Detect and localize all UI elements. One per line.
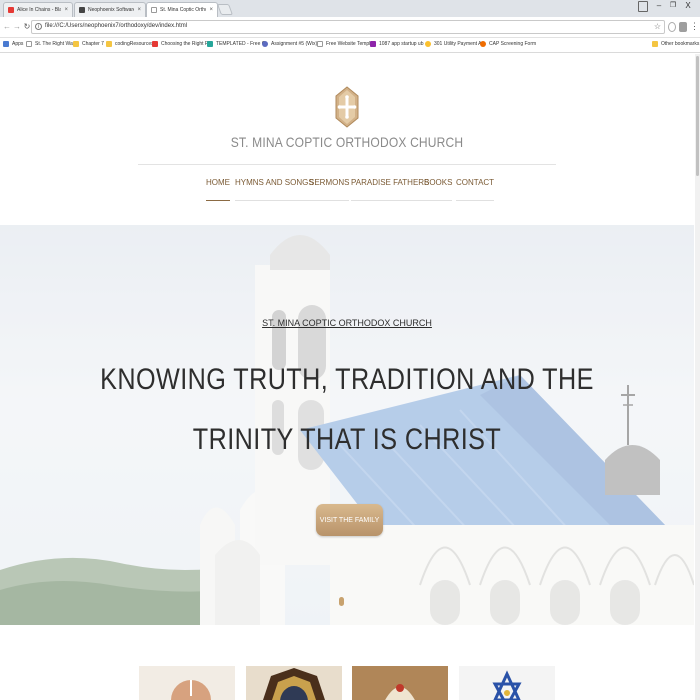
pdf-icon bbox=[152, 41, 158, 47]
tab-label: St. Mina Coptic Orthoc bbox=[160, 7, 207, 13]
tab-close-icon[interactable]: × bbox=[209, 7, 213, 13]
bookmark-label: Other bookmarks bbox=[661, 41, 700, 47]
bookmark-label: codingResources bbox=[115, 41, 154, 47]
new-tab-button[interactable] bbox=[216, 4, 234, 15]
star-icon bbox=[425, 41, 431, 47]
header-divider bbox=[138, 164, 556, 165]
gallery-card[interactable] bbox=[246, 666, 342, 700]
bookmark-item[interactable]: 1087 app startup ub bbox=[370, 41, 423, 47]
tab-close-icon[interactable]: × bbox=[64, 7, 68, 13]
bookmark-item[interactable]: codingResources bbox=[106, 41, 154, 47]
scrollbar-thumb[interactable] bbox=[696, 56, 699, 176]
tab-label: Alice In Chains - Blac bbox=[17, 7, 62, 13]
gallery-card[interactable] bbox=[459, 666, 555, 700]
youtube-favicon-icon bbox=[8, 7, 14, 13]
bookmark-item[interactable]: CAP Screening Form bbox=[480, 41, 536, 47]
nav-books[interactable]: BOOKS bbox=[424, 178, 453, 201]
bookmark-item[interactable]: Choosing the Right P bbox=[152, 41, 208, 47]
forward-arrow-icon[interactable]: → bbox=[12, 22, 22, 31]
gallery-image bbox=[171, 680, 211, 700]
bookmark-label: Choosing the Right P bbox=[161, 41, 209, 47]
bookmark-label: 1087 app startup ub bbox=[379, 41, 424, 47]
folder-icon bbox=[106, 41, 112, 47]
tab-alice-in-chains[interactable]: Alice In Chains - Blac × bbox=[3, 2, 73, 17]
nav-home[interactable]: HOME bbox=[206, 178, 230, 201]
tab-label: Neophoenix Software bbox=[88, 7, 135, 13]
slider-dot[interactable] bbox=[339, 597, 344, 606]
url-text[interactable]: file:///C:/Users/neophoenix7/orthodoxy/d… bbox=[45, 23, 187, 29]
templated-icon bbox=[207, 41, 213, 47]
gallery-image bbox=[492, 670, 522, 700]
app-favicon-icon bbox=[79, 7, 85, 13]
gallery-image bbox=[263, 668, 325, 700]
browser-toolbar: ← → ↻ i file:///C:/Users/neophoenix7/ort… bbox=[0, 17, 700, 38]
profile-icon[interactable] bbox=[638, 1, 648, 12]
tab-strip: Alice In Chains - Blac × Neophoenix Soft… bbox=[0, 0, 700, 17]
folder-icon bbox=[73, 41, 79, 47]
nav-hymns-and-songs[interactable]: HYMNS AND SONGS bbox=[235, 178, 314, 201]
restore-button[interactable]: ❐ bbox=[666, 1, 680, 9]
bookmark-label: Chapter 7 bbox=[82, 41, 104, 47]
back-arrow-icon[interactable]: ← bbox=[2, 22, 12, 31]
browser-window: Alice In Chains - Blac × Neophoenix Soft… bbox=[0, 0, 700, 700]
cap-icon bbox=[480, 41, 486, 47]
bookmark-item[interactable]: 301 Utility Payment A bbox=[425, 41, 482, 47]
menu-icon[interactable]: ⋮ bbox=[690, 21, 699, 32]
bookmark-label: Assignment #5 (Wix) bbox=[271, 41, 318, 47]
bookmark-item[interactable]: TEMPLATED - Free C bbox=[207, 41, 265, 47]
bookmark-other[interactable]: Other bookmarks bbox=[652, 41, 699, 47]
page-icon bbox=[26, 41, 32, 47]
nav-contact[interactable]: CONTACT bbox=[456, 178, 495, 201]
apps-grid-icon bbox=[3, 41, 9, 47]
site-title[interactable]: ST. MINA COPTIC ORTHODOX CHURCH bbox=[49, 134, 646, 150]
bookmarks-bar: Apps St. The Right Way Chapter 7 codingR… bbox=[0, 38, 700, 53]
extension-icon[interactable] bbox=[668, 22, 676, 32]
hero-headline-line2: TRINITY THAT IS CHRIST bbox=[192, 423, 502, 456]
gallery-card[interactable] bbox=[139, 666, 235, 700]
bookmark-item[interactable]: Chapter 7 bbox=[73, 41, 104, 47]
file-favicon-icon bbox=[151, 7, 157, 13]
app-icon bbox=[370, 41, 376, 47]
minimize-button[interactable]: – bbox=[652, 1, 666, 10]
folder-icon bbox=[652, 41, 658, 47]
visit-the-family-button[interactable]: VISIT THE FAMILY bbox=[316, 504, 383, 536]
bookmark-item[interactable]: Free Website Templa bbox=[317, 41, 373, 47]
bookmark-label: Free Website Templa bbox=[326, 41, 374, 47]
nav-paradise-fathers[interactable]: PARADISE FATHERS bbox=[351, 178, 430, 201]
main-nav: HOME HYMNS AND SONGS SERMONS PARADISE FA… bbox=[0, 178, 694, 208]
page-icon bbox=[317, 41, 323, 47]
wix-icon bbox=[262, 41, 268, 47]
bookmark-item[interactable]: St. The Right Way bbox=[26, 41, 75, 47]
hero-headline-line1: KNOWING TRUTH, TRADITION AND THE bbox=[100, 363, 594, 396]
gallery-image bbox=[352, 666, 448, 700]
tab-neophoenix[interactable]: Neophoenix Software × bbox=[74, 2, 146, 17]
address-bar[interactable]: i file:///C:/Users/neophoenix7/orthodoxy… bbox=[31, 20, 665, 34]
bookmark-apps[interactable]: Apps bbox=[3, 41, 23, 47]
hero-subtitle[interactable]: ST. MINA COPTIC ORTHODOX CHURCH bbox=[0, 318, 694, 328]
extension-icon[interactable] bbox=[679, 22, 687, 32]
page-scrollbar[interactable] bbox=[695, 54, 700, 700]
nav-sermons[interactable]: SERMONS bbox=[309, 178, 350, 201]
bookmark-label: TEMPLATED - Free C bbox=[216, 41, 266, 47]
web-page: ST. MINA COPTIC ORTHODOX CHURCH HOME HYM… bbox=[0, 54, 700, 700]
hero-section: ST. MINA COPTIC ORTHODOX CHURCH KNOWING … bbox=[0, 225, 694, 625]
bookmark-label: CAP Screening Form bbox=[489, 41, 537, 47]
tab-close-icon[interactable]: × bbox=[137, 7, 141, 13]
info-icon[interactable]: i bbox=[35, 23, 42, 30]
gallery-card[interactable] bbox=[352, 666, 448, 700]
close-window-button[interactable]: X bbox=[681, 1, 695, 10]
tab-st-mina[interactable]: St. Mina Coptic Orthoc × bbox=[146, 2, 218, 17]
coptic-cross-icon bbox=[335, 86, 359, 128]
bookmark-label: 301 Utility Payment A bbox=[434, 41, 482, 47]
bookmark-label: St. The Right Way bbox=[35, 41, 76, 47]
bookmark-star-icon[interactable]: ☆ bbox=[654, 22, 661, 31]
bookmark-item[interactable]: Assignment #5 (Wix) bbox=[262, 41, 317, 47]
bookmark-label: Apps bbox=[12, 41, 24, 47]
